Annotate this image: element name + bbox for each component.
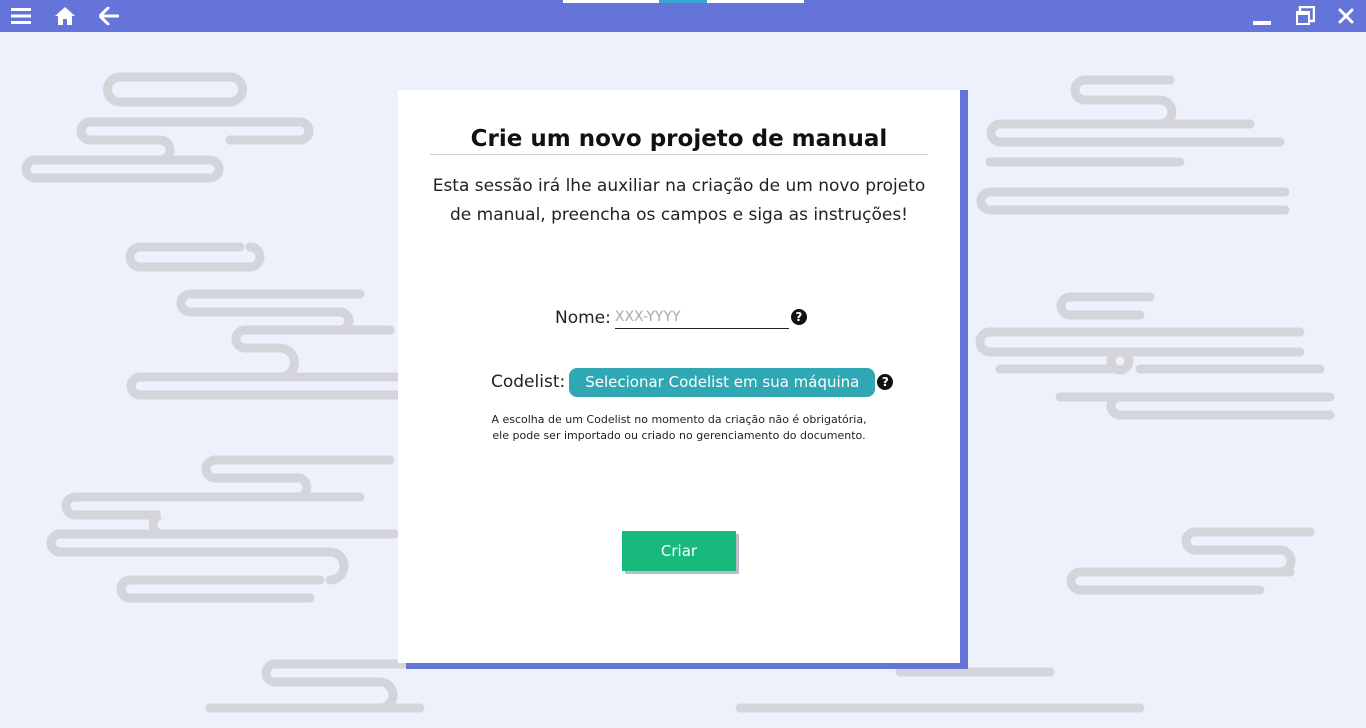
arrow-left-icon [99, 7, 119, 25]
codelist-label: Codelist: [491, 372, 566, 392]
title-bar [0, 0, 1366, 32]
dialog-title: Crie um novo projeto de manual [470, 126, 888, 152]
nome-help-icon[interactable]: ? [790, 309, 807, 325]
select-codelist-button[interactable]: Selecionar Codelist em sua máquina [569, 367, 876, 397]
home-button[interactable] [47, 0, 83, 32]
nome-input[interactable] [614, 306, 789, 329]
home-icon [55, 7, 75, 25]
codelist-note: A escolha de um Codelist no momento da c… [491, 413, 867, 442]
title-divider [430, 154, 928, 155]
dialog-description: Esta sessão irá lhe auxiliar na criação … [432, 176, 926, 225]
restore-button[interactable] [1287, 0, 1323, 32]
criar-button[interactable]: Criar [622, 531, 736, 571]
restore-window-icon [1296, 6, 1315, 25]
codelist-row: Codelist: Selecionar Codelist em sua máq… [491, 367, 894, 397]
close-icon [1338, 8, 1354, 24]
hamburger-menu-icon [11, 8, 31, 24]
tab-indicator [563, 0, 804, 3]
submit-area: Criar [622, 531, 739, 574]
minimize-icon [1253, 21, 1271, 25]
minimize-button[interactable] [1244, 0, 1280, 32]
active-tab-indicator [659, 0, 707, 3]
nome-label: Nome: [555, 308, 611, 328]
menu-button[interactable] [3, 0, 39, 32]
new-manual-dialog: Crie um novo projeto de manual Esta sess… [398, 90, 960, 663]
close-button[interactable] [1328, 0, 1364, 32]
codelist-help-icon[interactable]: ? [877, 374, 894, 390]
nome-row: Nome: ? [555, 303, 807, 329]
back-button[interactable] [91, 0, 127, 32]
